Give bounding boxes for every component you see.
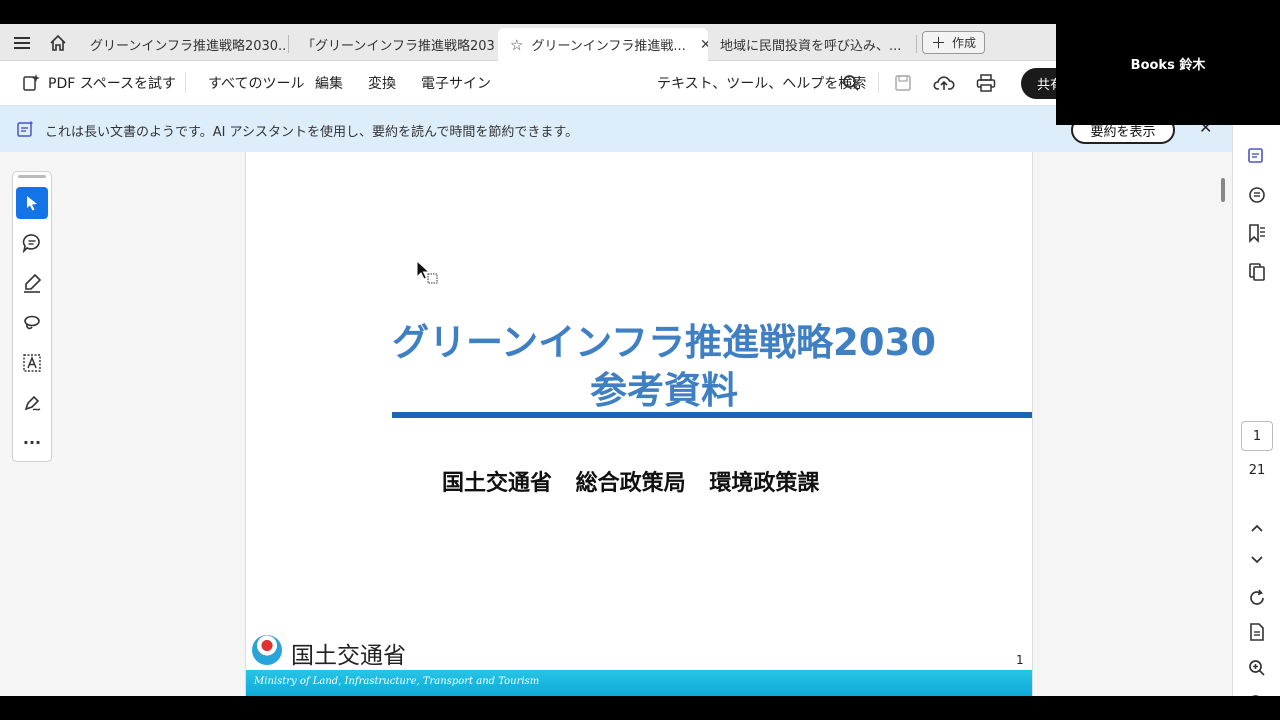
- tab-label: グリーンインフラ推進戦略2030...: [90, 39, 286, 54]
- ministry-line: 国土交通省 総合政策局 環境政策課: [442, 471, 820, 496]
- tab-document-1[interactable]: グリーンインフラ推進戦略2030...: [78, 28, 286, 61]
- edit-button[interactable]: 編集: [315, 73, 343, 93]
- home-icon[interactable]: [47, 32, 69, 54]
- page-number: 1: [1016, 653, 1024, 667]
- text-box-tool-icon[interactable]: [16, 347, 48, 379]
- more-tools-icon[interactable]: ···: [16, 426, 48, 458]
- document-title-line2: 参考資料: [590, 369, 738, 412]
- document-title-line1: グリーンインフラ推進戦略2030: [391, 321, 937, 364]
- close-tab-icon[interactable]: ✕: [700, 37, 708, 53]
- right-rail: 1 21: [1232, 106, 1280, 696]
- comment-tool-icon[interactable]: [16, 227, 48, 259]
- cloud-upload-icon[interactable]: [933, 72, 955, 94]
- page-fit-icon[interactable]: [1245, 620, 1269, 644]
- tab-label: 地域に民間投資を呼び込み、...: [720, 39, 902, 54]
- toolbar-divider: [878, 73, 879, 93]
- footer-band: Ministry of Land, Infrastructure, Transp…: [246, 670, 1032, 696]
- save-icon[interactable]: [892, 72, 914, 94]
- all-tools-button[interactable]: すべてのツール: [208, 73, 304, 93]
- create-label: 作成: [952, 36, 977, 50]
- vertical-scrollbar[interactable]: [1216, 152, 1230, 696]
- video-participant-overlay: Books 鈴木: [1056, 0, 1280, 125]
- sign-tool-icon[interactable]: [16, 387, 48, 419]
- mlit-logo-icon: [252, 635, 282, 665]
- ai-summary-icon: [14, 118, 36, 140]
- banner-message: これは長い文書のようです。AI アシスタントを使用し、要約を読んで時間を節約でき…: [45, 125, 579, 140]
- title-underline: [392, 412, 1032, 418]
- star-icon[interactable]: ☆: [510, 36, 523, 54]
- scrollbar-thumb[interactable]: [1221, 178, 1225, 202]
- participant-name: Books 鈴木: [1130, 58, 1206, 73]
- menu-icon[interactable]: [11, 32, 33, 54]
- search-icon[interactable]: [840, 72, 862, 94]
- highlight-tool-icon[interactable]: [16, 267, 48, 299]
- esign-button[interactable]: 電子サイン: [421, 73, 491, 93]
- rotate-icon[interactable]: [1245, 586, 1269, 610]
- zoom-in-icon[interactable]: [1245, 656, 1269, 680]
- toolbar-divider: [185, 73, 186, 93]
- draw-lasso-tool-icon[interactable]: [16, 307, 48, 339]
- tab-label: グリーンインフラ推進戦...: [531, 39, 686, 54]
- drag-handle[interactable]: [18, 175, 46, 178]
- pdf-page: グリーンインフラ推進戦略2030 参考資料 国土交通省 総合政策局 環境政策課 …: [245, 152, 1033, 696]
- tab-document-4[interactable]: 地域に民間投資を呼び込み、...: [708, 28, 916, 61]
- print-icon[interactable]: [975, 72, 997, 94]
- tab-document-2[interactable]: 「グリーンインフラ推進戦略203...: [290, 28, 496, 61]
- mouse-cursor-icon: [416, 259, 442, 290]
- page-thumbnails-icon[interactable]: [1245, 260, 1269, 284]
- tab-divider: [916, 35, 917, 53]
- convert-button[interactable]: 変換: [368, 73, 396, 93]
- pdf-space-button[interactable]: PDF スペースを試す: [48, 73, 176, 93]
- chevron-up-icon[interactable]: [1245, 516, 1269, 540]
- plus-icon: ＋: [931, 34, 947, 52]
- mlit-logo-text: 国土交通省: [291, 643, 406, 669]
- zoom-out-icon[interactable]: [1245, 691, 1269, 696]
- create-button[interactable]: ＋ 作成: [922, 31, 986, 54]
- current-page-field[interactable]: 1: [1241, 421, 1273, 451]
- footer-band-text: Ministry of Land, Infrastructure, Transp…: [254, 676, 540, 687]
- chevron-down-icon[interactable]: [1245, 548, 1269, 572]
- ai-assistant-banner: これは長い文書のようです。AI アシスタントを使用し、要約を読んで時間を節約でき…: [0, 106, 1232, 152]
- search-field[interactable]: テキスト、ツール、ヘルプを検索: [657, 73, 866, 93]
- tab-document-3-active[interactable]: ☆ グリーンインフラ推進戦... ✕: [498, 28, 708, 61]
- comment-panel-icon[interactable]: [1245, 183, 1269, 207]
- sparkle-document-icon[interactable]: [20, 72, 42, 94]
- total-pages: 21: [1248, 463, 1266, 478]
- tab-label: 「グリーンインフラ推進戦略203...: [302, 39, 496, 54]
- bookmark-icon[interactable]: [1245, 221, 1269, 245]
- select-tool-icon[interactable]: [16, 187, 48, 219]
- tab-divider: [288, 35, 289, 53]
- quick-tools-panel: ···: [12, 171, 52, 462]
- ai-assistant-icon[interactable]: [1245, 143, 1269, 167]
